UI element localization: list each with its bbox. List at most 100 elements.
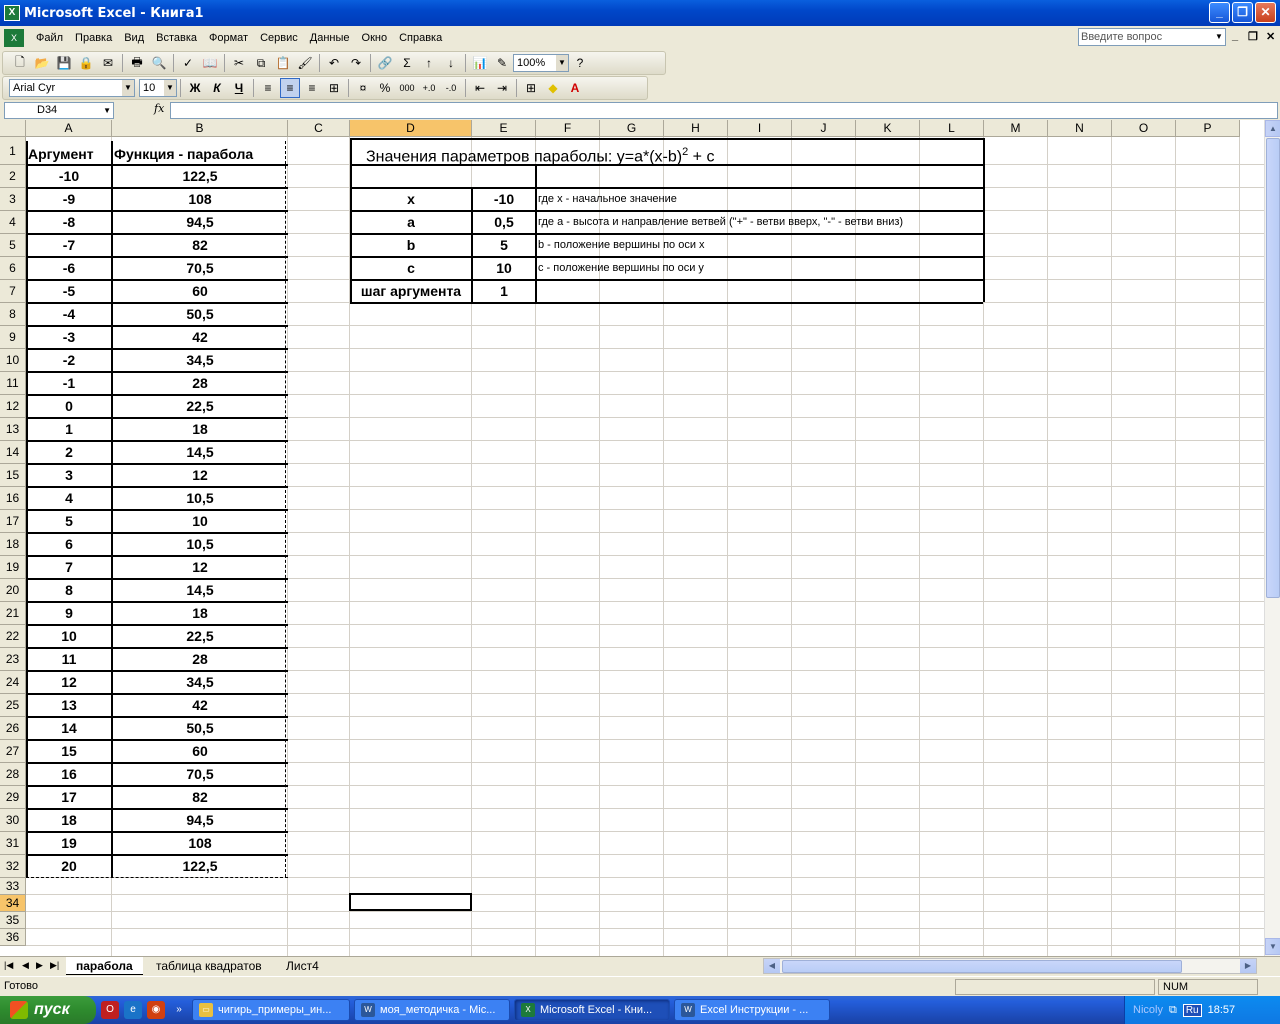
tab-sheet4[interactable]: Лист4	[276, 957, 329, 975]
argument-cell[interactable]: 8	[28, 579, 110, 602]
argument-cell[interactable]: -4	[28, 303, 110, 326]
row-header-30[interactable]: 30	[0, 809, 26, 832]
hyperlink-icon[interactable]: 🔗	[375, 53, 395, 73]
function-cell[interactable]: 42	[114, 326, 286, 349]
param-name[interactable]: шаг аргумента	[352, 280, 470, 303]
save-icon[interactable]: 💾	[54, 53, 74, 73]
close-button[interactable]: ✕	[1255, 2, 1276, 23]
function-cell[interactable]: 122,5	[114, 855, 286, 878]
argument-cell[interactable]: 2	[28, 441, 110, 464]
argument-cell[interactable]: 6	[28, 533, 110, 556]
param-name[interactable]: x	[352, 188, 470, 211]
param-value[interactable]: 1	[474, 280, 534, 303]
align-right-icon[interactable]: ≡	[302, 78, 322, 98]
align-center-icon[interactable]: ≡	[280, 78, 300, 98]
bold-button[interactable]: Ж	[185, 78, 205, 98]
argument-cell[interactable]: -8	[28, 211, 110, 234]
function-cell[interactable]: 22,5	[114, 395, 286, 418]
row-header-6[interactable]: 6	[0, 257, 26, 280]
select-all-corner[interactable]	[0, 120, 26, 137]
task-word-2[interactable]: W Excel Инструкции - ...	[674, 999, 830, 1021]
column-header-b[interactable]: B	[112, 120, 288, 137]
function-cell[interactable]: 34,5	[114, 671, 286, 694]
print-icon[interactable]: 🖶	[127, 53, 147, 73]
column-header-k[interactable]: K	[856, 120, 920, 137]
task-word[interactable]: Wмоя_методичка - Mic...	[354, 999, 510, 1021]
argument-cell[interactable]: 3	[28, 464, 110, 487]
language-indicator[interactable]: Ru	[1182, 1003, 1202, 1017]
row-header-12[interactable]: 12	[0, 395, 26, 418]
vertical-scrollbar[interactable]: ▲ ▼	[1264, 120, 1280, 956]
menu-insert[interactable]: Вставка	[150, 28, 203, 48]
param-value[interactable]: 0,5	[474, 211, 534, 234]
column-header-l[interactable]: L	[920, 120, 984, 137]
row-header-4[interactable]: 4	[0, 211, 26, 234]
row-header-15[interactable]: 15	[0, 464, 26, 487]
more-icon[interactable]: »	[170, 1001, 188, 1019]
argument-cell[interactable]: 4	[28, 487, 110, 510]
chevron-down-icon[interactable]: ▼	[122, 80, 134, 96]
argument-cell[interactable]: 7	[28, 556, 110, 579]
argument-cell[interactable]: 15	[28, 740, 110, 763]
function-cell[interactable]: 82	[114, 786, 286, 809]
doc-minimize-icon[interactable]: _	[1232, 30, 1238, 42]
thousands-button[interactable]: 000	[397, 78, 417, 98]
row-header-26[interactable]: 26	[0, 717, 26, 740]
antivirus-icon[interactable]: ◉	[147, 1001, 165, 1019]
menu-window[interactable]: Окно	[356, 28, 394, 48]
row-header-23[interactable]: 23	[0, 648, 26, 671]
currency-icon[interactable]: ¤	[353, 78, 373, 98]
argument-cell[interactable]: 20	[28, 855, 110, 878]
start-button[interactable]: пуск	[0, 996, 96, 1024]
argument-cell[interactable]: -10	[28, 165, 110, 188]
row-header-3[interactable]: 3	[0, 188, 26, 211]
row-header-20[interactable]: 20	[0, 579, 26, 602]
argument-cell[interactable]: 13	[28, 694, 110, 717]
row-header-7[interactable]: 7	[0, 280, 26, 303]
row-header-32[interactable]: 32	[0, 855, 26, 878]
function-cell[interactable]: 10,5	[114, 533, 286, 556]
undo-icon[interactable]: ↶	[324, 53, 344, 73]
worksheet-grid[interactable]: A B C D E F G H I J K L M N O P 1 2 3 4 5 6 7 8 9 10 11 12 13 14 15 16 1…	[0, 120, 1264, 956]
row-header-11[interactable]: 11	[0, 372, 26, 395]
function-cell[interactable]: 34,5	[114, 349, 286, 372]
increase-decimal-icon[interactable]: +.0	[419, 78, 439, 98]
function-cell[interactable]: 12	[114, 556, 286, 579]
row-header-5[interactable]: 5	[0, 234, 26, 257]
merge-center-icon[interactable]: ⊞	[324, 78, 344, 98]
next-sheet-icon[interactable]: ▶	[36, 960, 43, 971]
font-size-select[interactable]: 10 ▼	[139, 79, 177, 97]
chevron-down-icon[interactable]: ▼	[1213, 29, 1225, 45]
argument-cell[interactable]: -2	[28, 349, 110, 372]
menu-help[interactable]: Справка	[393, 28, 448, 48]
format-painter-icon[interactable]: 🖌	[295, 53, 315, 73]
selected-cell-d34[interactable]	[349, 893, 472, 911]
function-cell[interactable]: 50,5	[114, 303, 286, 326]
argument-cell[interactable]: 18	[28, 809, 110, 832]
menu-tools[interactable]: Сервис	[254, 28, 304, 48]
maximize-button[interactable]: ❐	[1232, 2, 1253, 23]
argument-cell[interactable]: 10	[28, 625, 110, 648]
column-header-g[interactable]: G	[600, 120, 664, 137]
argument-cell[interactable]: 12	[28, 671, 110, 694]
param-description[interactable]	[538, 280, 986, 303]
row-header-22[interactable]: 22	[0, 625, 26, 648]
decrease-indent-icon[interactable]: ⇤	[470, 78, 490, 98]
opera-icon[interactable]: O	[101, 1001, 119, 1019]
underline-button[interactable]: Ч	[229, 78, 249, 98]
horizontal-scrollbar[interactable]: ◀ ▶	[763, 958, 1257, 974]
function-cell[interactable]: 10,5	[114, 487, 286, 510]
argument-cell[interactable]: -9	[28, 188, 110, 211]
email-icon[interactable]: ✉	[98, 53, 118, 73]
function-cell[interactable]: 122,5	[114, 165, 286, 188]
param-value[interactable]: -10	[474, 188, 534, 211]
row-header-29[interactable]: 29	[0, 786, 26, 809]
row-header-8[interactable]: 8	[0, 303, 26, 326]
formula-input[interactable]	[170, 102, 1278, 119]
row-header-1[interactable]: 1	[0, 137, 26, 165]
fill-color-icon[interactable]: ◆	[543, 78, 563, 98]
function-cell[interactable]: 18	[114, 602, 286, 625]
last-sheet-icon[interactable]: ▶|	[50, 960, 59, 971]
param-name[interactable]: c	[352, 257, 470, 280]
param-value[interactable]: 10	[474, 257, 534, 280]
